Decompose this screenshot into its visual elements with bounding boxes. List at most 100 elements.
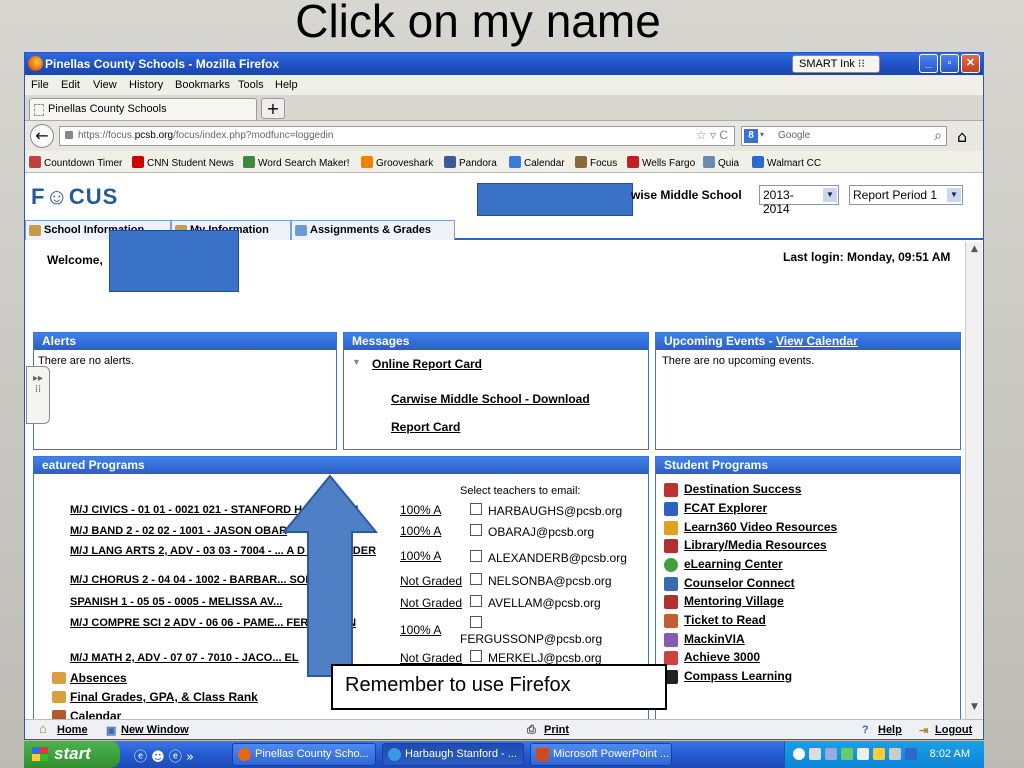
new-tab-button[interactable]: + (261, 98, 285, 119)
browser-tab[interactable]: Pinellas County Schools (29, 98, 257, 120)
page-content: F☺CUS wise Middle School 2013-2014 Repor… (25, 174, 983, 719)
absences-link[interactable]: Absences (70, 671, 127, 685)
welcome-text: Welcome, (47, 253, 103, 267)
bookmark-grooveshark[interactable]: Grooveshark (361, 156, 433, 169)
menu-history[interactable]: History (129, 79, 163, 91)
tray-icon[interactable] (889, 748, 901, 760)
course-grade[interactable]: 100% A (400, 524, 441, 538)
learn360-link[interactable]: Learn360 Video Resources (684, 520, 837, 534)
menu-file[interactable]: File (31, 79, 49, 91)
course-grade[interactable]: 100% A (400, 623, 441, 637)
smart-ink-button[interactable]: SMART Ink ⁝⁝ (792, 55, 880, 73)
counselor-link[interactable]: Counselor Connect (684, 576, 795, 590)
tray-arrow-icon[interactable] (793, 748, 805, 760)
destination-success-link[interactable]: Destination Success (684, 482, 801, 496)
task-powerpoint[interactable]: Microsoft PowerPoint ... (530, 743, 672, 766)
calendar-link[interactable]: Calendar (70, 709, 121, 719)
download-report-card-link[interactable]: Carwise Middle School - Download (391, 392, 590, 406)
redaction-box-name (109, 230, 239, 292)
new-window-link[interactable]: New Window (121, 724, 189, 736)
calendar-icon (52, 710, 66, 719)
elearning-link[interactable]: eLearning Center (684, 557, 783, 571)
bluetooth-icon[interactable] (905, 748, 917, 760)
bookmark-focus[interactable]: Focus (575, 156, 617, 169)
report-card-link[interactable]: Report Card (391, 420, 460, 434)
maximize-button[interactable]: ▫ (940, 54, 959, 73)
course-grade[interactable]: 100% A (400, 549, 441, 563)
star-icon[interactable]: ☆ ▿ C (696, 128, 728, 142)
online-report-card-link[interactable]: Online Report Card (372, 357, 482, 371)
bookmark-wells-fargo[interactable]: Wells Fargo (627, 156, 695, 169)
email-checkbox[interactable] (470, 550, 482, 562)
triangle-down-icon[interactable]: ▼ (352, 357, 361, 367)
library-icon (664, 539, 678, 553)
mentoring-link[interactable]: Mentoring Village (684, 594, 784, 608)
bookmark-pandora[interactable]: Pandora (444, 156, 497, 169)
course-grade[interactable]: 100% A (400, 503, 441, 517)
scroll-down-icon[interactable]: ▼ (967, 702, 982, 717)
student-programs-panel: Student Programs Destination Success FCA… (655, 456, 961, 719)
powerpoint-icon (536, 748, 549, 761)
menu-help[interactable]: Help (275, 79, 298, 91)
back-arrow-icon[interactable]: ← (30, 124, 54, 148)
fcat-explorer-link[interactable]: FCAT Explorer (684, 501, 767, 515)
ie-icon (388, 748, 401, 761)
url-bar[interactable]: https://focus.pcsb.org/focus/index.php?m… (59, 126, 735, 146)
home-link[interactable]: Home (57, 724, 88, 736)
tray-icon[interactable] (857, 748, 869, 760)
menu-bookmarks[interactable]: Bookmarks (175, 79, 230, 91)
tray-icon[interactable] (873, 748, 885, 760)
course-grade[interactable]: Not Graded (400, 596, 462, 610)
bookmark-calendar[interactable]: Calendar (509, 156, 565, 169)
achieve-link[interactable]: Achieve 3000 (684, 650, 760, 664)
close-button[interactable]: ✕ (961, 54, 980, 73)
search-icon[interactable]: ⌕ (934, 127, 942, 144)
course-grade[interactable]: Not Graded (400, 651, 462, 665)
tab-assignments-grades[interactable]: Assignments & Grades (291, 220, 455, 240)
menu-edit[interactable]: Edit (61, 79, 80, 91)
scroll-up-icon[interactable]: ▲ (967, 244, 982, 259)
menu-view[interactable]: View (93, 79, 117, 91)
library-link[interactable]: Library/Media Resources (684, 538, 827, 552)
start-button[interactable]: start (24, 741, 120, 768)
menu-tools[interactable]: Tools (238, 79, 264, 91)
email-checkbox[interactable] (470, 595, 482, 607)
email-checkbox[interactable] (470, 573, 482, 585)
bookmark-word-search[interactable]: Word Search Maker! (243, 156, 350, 169)
task-firefox[interactable]: Pinellas County Scho... (232, 743, 376, 766)
bookmark-quia[interactable]: Quia (703, 156, 739, 169)
compass-link[interactable]: Compass Learning (684, 669, 792, 683)
email-checkbox[interactable] (470, 503, 482, 515)
period-select[interactable]: Report Period 1 (849, 185, 963, 205)
email-checkbox[interactable] (470, 650, 482, 662)
print-link[interactable]: Print (544, 724, 569, 736)
scrollbar[interactable]: ▲ ▼ (965, 242, 982, 719)
volume-icon[interactable] (825, 748, 837, 760)
alerts-header: Alerts (34, 333, 336, 350)
mackinvia-link[interactable]: MackinVIA (684, 632, 745, 646)
email-checkbox[interactable] (470, 524, 482, 536)
ticket-to-read-link[interactable]: Ticket to Read (684, 613, 766, 627)
task-ie[interactable]: Harbaugh Stanford - ... (382, 743, 524, 766)
help-link[interactable]: Help (878, 724, 902, 736)
home-icon[interactable]: ⌂ (957, 127, 967, 146)
search-input[interactable]: 8 ▾ Google ⌕ (741, 126, 947, 146)
minimize-button[interactable]: _ (919, 54, 938, 73)
bookmark-cnn[interactable]: CNN Student News (132, 156, 234, 169)
final-grades-link[interactable]: Final Grades, GPA, & Class Rank (70, 690, 258, 704)
logout-link[interactable]: Logout (935, 724, 972, 736)
year-select[interactable]: 2013-2014 (759, 185, 839, 216)
bookmark-countdown-timer[interactable]: Countdown Timer (29, 156, 122, 169)
view-calendar-link[interactable]: View Calendar (776, 334, 858, 348)
tray-icon[interactable] (841, 748, 853, 760)
home-icon: ⌂ (39, 721, 47, 736)
featured-header: eatured Programs (34, 457, 648, 474)
email-checkbox[interactable] (470, 616, 482, 628)
side-handle[interactable]: ▸▸ ⁞⁞ (26, 366, 50, 424)
network-icon[interactable] (809, 748, 821, 760)
course-grade[interactable]: Not Graded (400, 574, 462, 588)
school-name: wise Middle School (631, 188, 742, 202)
quick-launch-icons[interactable]: ⓔ ☻ ⓔ » (134, 746, 194, 765)
bookmark-walmart-cc[interactable]: Walmart CC (752, 156, 821, 169)
dropdown-icon[interactable]: ▾ (760, 130, 764, 139)
